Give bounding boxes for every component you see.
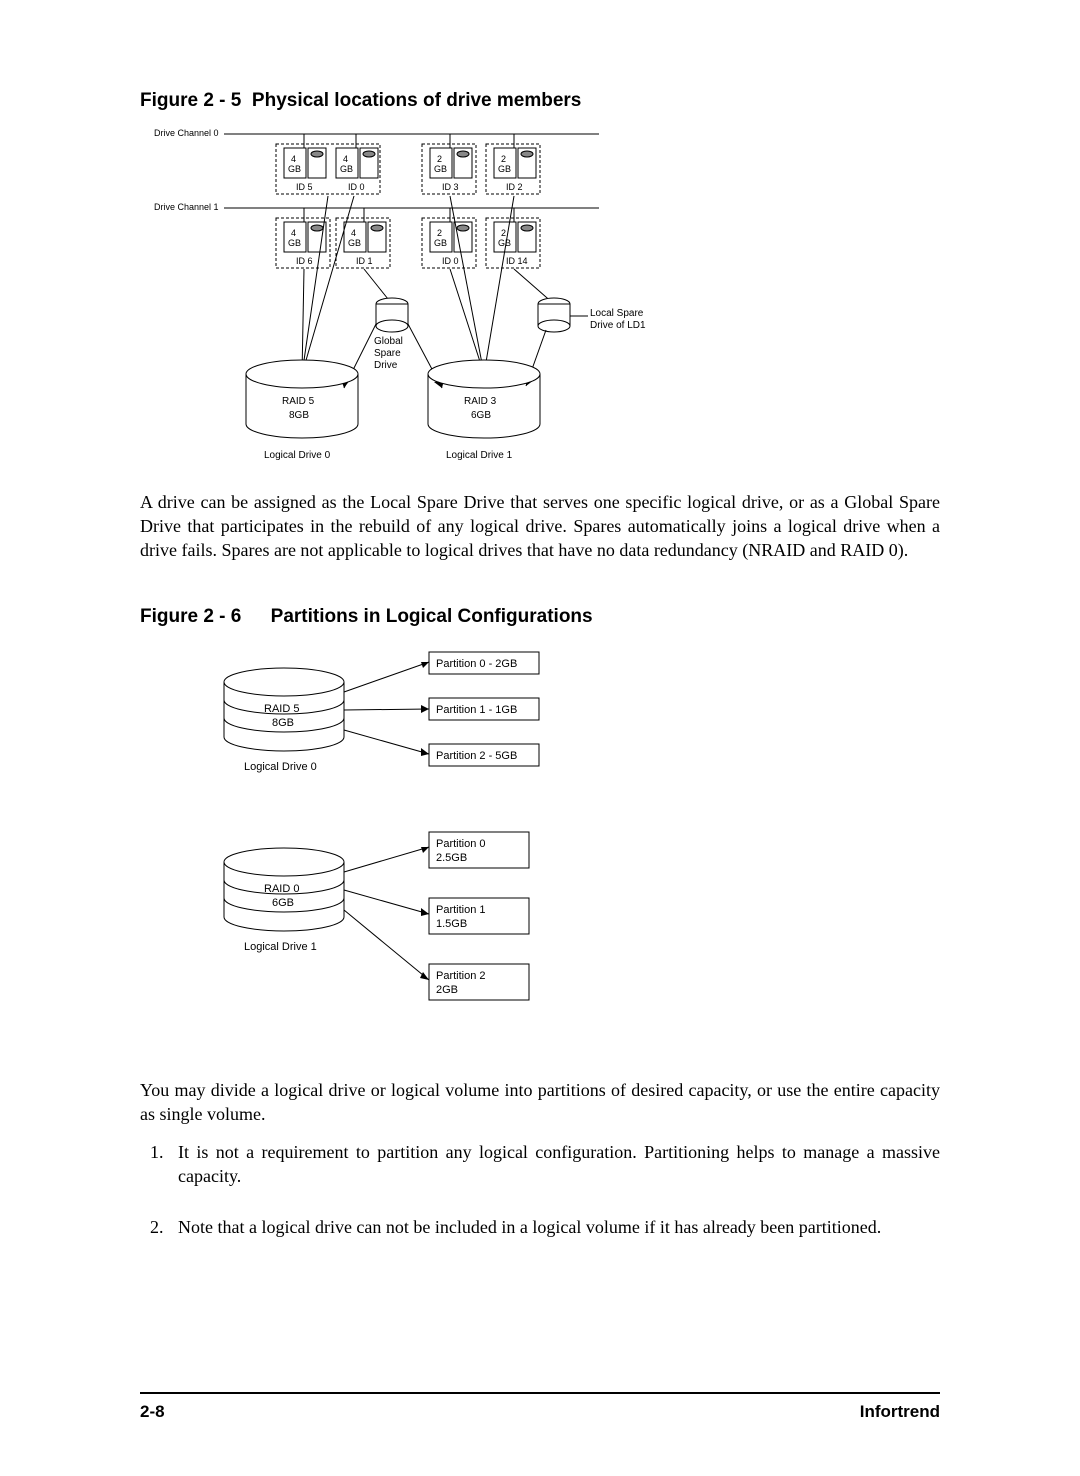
svg-text:ID 6: ID 6 [296, 256, 313, 266]
svg-text:ID 0: ID 0 [442, 256, 459, 266]
svg-text:RAID 3: RAID 3 [464, 396, 497, 407]
list-item: Note that a logical drive can not be inc… [168, 1216, 940, 1240]
svg-text:ID 5: ID 5 [296, 182, 313, 192]
svg-text:GB: GB [340, 164, 353, 174]
svg-text:Logical Drive 0: Logical Drive 0 [244, 761, 317, 773]
svg-text:2: 2 [437, 228, 442, 238]
svg-text:ID 1: ID 1 [356, 256, 373, 266]
svg-text:GB: GB [498, 238, 511, 248]
svg-text:8GB: 8GB [289, 410, 309, 421]
svg-text:Partition 2: Partition 2 [436, 970, 486, 982]
local-spare-cylinder: Local Spare Drive of LD1 [538, 298, 646, 332]
logical-drive-1: RAID 0 6GB Logical Drive 1 [224, 848, 344, 953]
svg-text:6GB: 6GB [471, 410, 491, 421]
svg-text:GB: GB [498, 164, 511, 174]
svg-text:ID 3: ID 3 [442, 182, 459, 192]
svg-text:ID 0: ID 0 [348, 182, 365, 192]
figure-2-6-image: RAID 5 8GB Logical Drive 0 Partition 0 -… [154, 642, 940, 1067]
svg-text:4: 4 [291, 154, 296, 164]
svg-text:Logical Drive 1: Logical Drive 1 [244, 941, 317, 953]
page-number: 2-8 [140, 1402, 165, 1422]
svg-text:GB: GB [348, 238, 361, 248]
ordered-list: It is not a requirement to partition any… [168, 1141, 940, 1240]
figure-2-6-caption: Figure 2 - 6 Partitions in Logical Confi… [140, 606, 940, 628]
svg-text:RAID 5: RAID 5 [264, 703, 299, 715]
channel-1-label: Drive Channel 1 [154, 202, 219, 212]
channel-0-label: Drive Channel 0 [154, 128, 219, 138]
figure-2-5-image: Drive Channel 0 4GBID 5 4GBID 0 2GBID 3 … [154, 126, 940, 479]
svg-text:Drive: Drive [374, 360, 398, 371]
svg-text:2.5GB: 2.5GB [436, 852, 467, 864]
svg-text:1.5GB: 1.5GB [436, 918, 467, 930]
drives-channel-0: 4GBID 5 4GBID 0 2GBID 3 2GBID 2 [276, 134, 540, 194]
svg-text:2: 2 [501, 154, 506, 164]
svg-text:Global: Global [374, 336, 403, 347]
page-footer: 2-8 Infortrend [140, 1392, 940, 1422]
svg-text:Local Spare: Local Spare [590, 308, 644, 319]
svg-text:4: 4 [291, 228, 296, 238]
svg-text:Partition 2 - 5GB: Partition 2 - 5GB [436, 750, 517, 762]
footer-brand: Infortrend [860, 1402, 940, 1422]
svg-text:ID 14: ID 14 [506, 256, 528, 266]
logical-drive-0-cylinder: RAID 5 8GB Logical Drive 0 [246, 360, 358, 461]
global-spare-cylinder: Global Spare Drive [374, 298, 408, 371]
svg-text:4: 4 [343, 154, 348, 164]
svg-text:RAID 5: RAID 5 [282, 396, 315, 407]
svg-text:GB: GB [288, 238, 301, 248]
figure-2-5-caption: Figure 2 - 5 Physical locations of drive… [140, 90, 940, 112]
svg-text:GB: GB [434, 164, 447, 174]
figure-2-5-prefix: Figure 2 - 5 [140, 90, 241, 111]
svg-text:GB: GB [434, 238, 447, 248]
figure-2-6-prefix: Figure 2 - 6 [140, 606, 241, 627]
figure-2-5-title: Physical locations of drive members [252, 90, 581, 111]
paragraph-1: A drive can be assigned as the Local Spa… [140, 491, 940, 562]
svg-text:4: 4 [351, 228, 356, 238]
svg-text:Logical Drive 1: Logical Drive 1 [446, 450, 513, 461]
logical-drive-0: RAID 5 8GB Logical Drive 0 [224, 668, 344, 773]
svg-text:2GB: 2GB [436, 984, 458, 996]
svg-text:2: 2 [437, 154, 442, 164]
svg-text:6GB: 6GB [272, 897, 294, 909]
svg-text:Drive of LD1: Drive of LD1 [590, 320, 646, 331]
svg-text:Partition 0: Partition 0 [436, 838, 486, 850]
paragraph-2: You may divide a logical drive or logica… [140, 1079, 940, 1127]
figure-2-6-title: Partitions in Logical Configurations [271, 606, 593, 627]
svg-text:Partition 1: Partition 1 [436, 904, 486, 916]
list-item: It is not a requirement to partition any… [168, 1141, 940, 1189]
svg-text:8GB: 8GB [272, 717, 294, 729]
svg-text:2: 2 [501, 228, 506, 238]
svg-text:GB: GB [288, 164, 301, 174]
svg-text:ID 2: ID 2 [506, 182, 523, 192]
svg-text:Partition 1 - 1GB: Partition 1 - 1GB [436, 704, 517, 716]
logical-drive-1-cylinder: RAID 3 6GB Logical Drive 1 [428, 360, 540, 461]
svg-text:Logical Drive 0: Logical Drive 0 [264, 450, 331, 461]
svg-text:Spare: Spare [374, 348, 401, 359]
drives-channel-1: 4GBID 6 4GBID 1 2GBID 0 2GBID 14 [276, 208, 540, 268]
svg-text:RAID 0: RAID 0 [264, 883, 299, 895]
svg-text:Partition 0 - 2GB: Partition 0 - 2GB [436, 658, 517, 670]
